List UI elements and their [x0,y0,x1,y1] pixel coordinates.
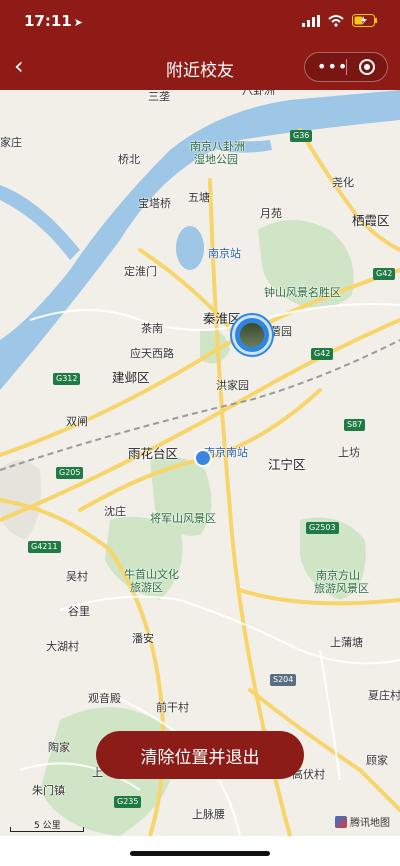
map-label: 谷里 [68,605,90,618]
map-label: 钟山风景名胜区 [264,286,341,299]
map-label: 上脉腰 [192,808,225,821]
map-label: 江宁区 [268,457,306,472]
map-label: 应天西路 [130,347,174,360]
map-label: 上蒲塘 [330,636,363,649]
tencent-map-logo-icon [335,815,347,828]
road-shield: S204 [270,674,297,686]
wifi-icon [328,14,344,27]
map-label: 湿地公园 [194,153,238,166]
map-label: 建邺区 [112,370,150,385]
map-label: 月苑 [260,207,282,220]
nav-bar: ‹ 附近校友 ••• [0,44,400,90]
clear-location-exit-button[interactable]: 清除位置并退出 [96,731,304,779]
map-label: 将军山风景区 [150,512,216,525]
road-shield: G36 [290,130,313,142]
map-label: 茶南 [141,322,163,335]
signal-icon [302,14,320,27]
map-label: 吴村 [66,570,88,583]
map-label: 宝塔桥 [138,197,171,210]
avatar [240,323,264,347]
road-shield: G312 [53,373,81,385]
map-label: 五塘 [188,191,210,204]
map-label: 南京站 [208,247,241,260]
alumni-avatar-marker[interactable] [232,315,272,355]
miniapp-capsule: ••• [304,52,388,82]
location-arrow-icon: ➤ [73,16,83,29]
battery-charging-icon [352,14,377,27]
map-label: 观音殿 [88,692,121,705]
home-indicator[interactable] [130,851,270,856]
map-label: 前干村 [156,701,189,714]
road-shield: G42 [311,348,334,360]
map-label: 三垄 [148,90,170,103]
map-label: 雨花台区 [128,446,179,461]
my-location-marker [194,449,212,467]
map-label: 双闸 [66,415,88,428]
road-shield: S87 [344,419,366,431]
map-label: 大湖村 [46,640,79,653]
map-label: 沈庄 [104,505,126,518]
map-label: 上坊 [338,446,360,459]
more-menu-icon[interactable]: ••• [317,57,348,76]
system-icons [302,14,378,27]
map-label: 定淮门 [124,265,157,278]
map-label: 陶家 [48,741,70,754]
map-label: 尧化 [332,176,354,189]
map-label: 栖霞区 [352,213,390,228]
map-label: 桥北 [118,153,140,166]
map-label: 朱门镇 [32,784,65,797]
map-provider: 腾讯地图 [335,814,390,829]
close-miniapp-icon[interactable] [359,59,375,75]
map-view[interactable]: 三垄 八卦洲 家庄 桥北 南京八卦洲 湿地公园 尧化 宝塔桥 五塘 月苑 栖霞区… [0,90,400,836]
status-time: 17:11 ➤ [24,12,83,30]
map-label: 潘安 [132,632,154,645]
map-label: 八卦洲 [242,90,275,97]
road-shield: G2503 [306,522,339,534]
road-shield: G4211 [28,541,61,553]
map-label: 旅游风景区 [314,582,369,595]
map-label: 顾家 [366,754,388,767]
map-label: 旅游区 [130,581,163,594]
road-shield: G205 [56,467,84,479]
road-shield: G235 [114,796,142,808]
map-scale: 5 公里 [10,818,90,832]
map-label: 家庄 [0,136,22,149]
capsule-divider [346,59,347,75]
map-label: 洪家园 [216,379,249,392]
map-label: 蓿园 [270,325,292,338]
map-label: 夏庄村 [368,689,400,702]
road-shield: G42 [373,268,396,280]
status-bar: 17:11 ➤ [0,0,400,44]
